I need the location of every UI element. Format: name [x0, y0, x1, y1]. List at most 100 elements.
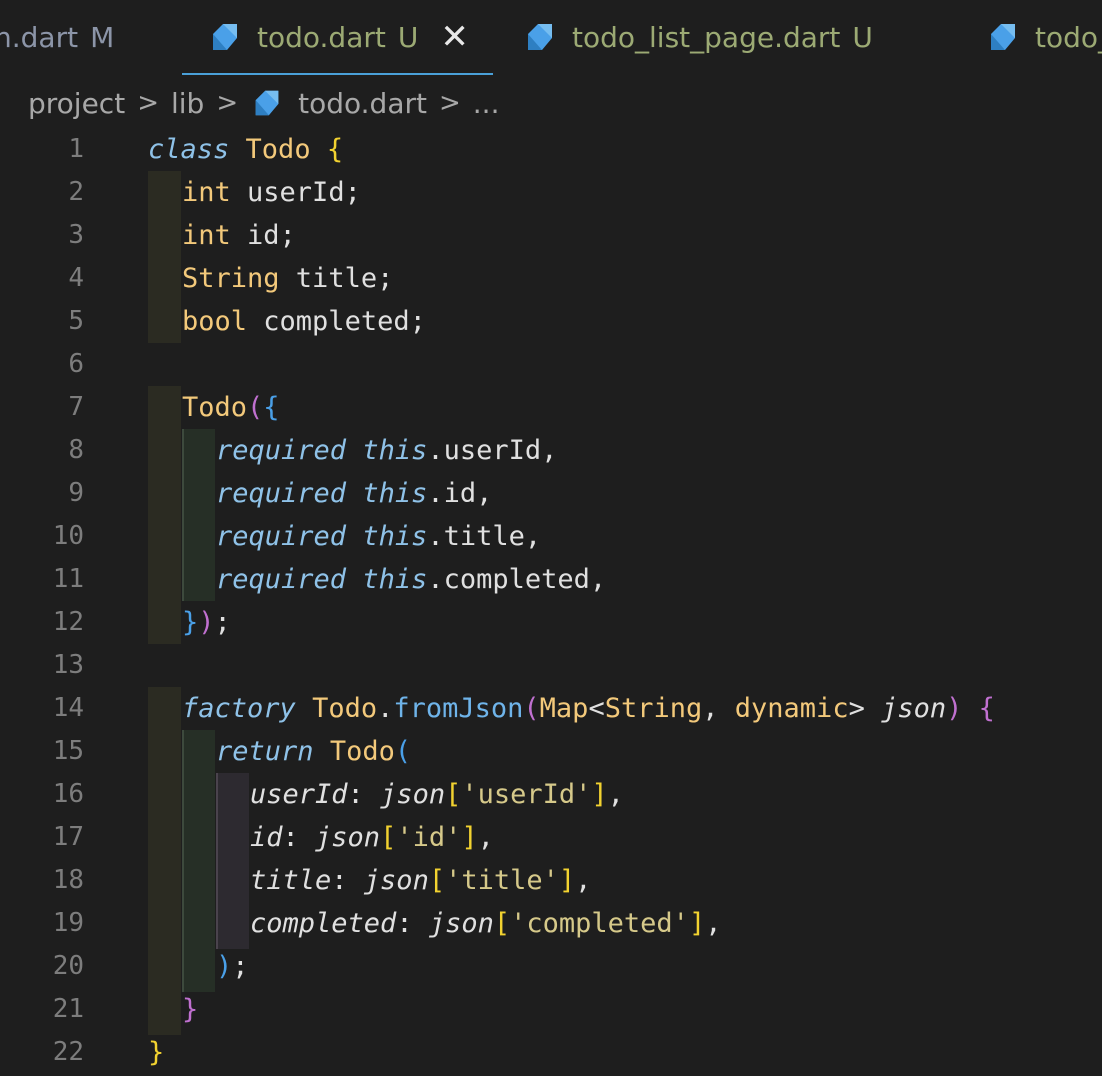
keyword: class	[148, 134, 230, 165]
code-line: 12 });	[0, 601, 1102, 644]
bracket: [	[445, 779, 462, 810]
field-ref: .completed,	[427, 564, 607, 595]
breadcrumb-item-file[interactable]: todo.dart	[298, 87, 427, 120]
line-number: 12	[52, 607, 84, 637]
breadcrumb-item-project[interactable]: project	[28, 87, 125, 120]
string: 'id'	[396, 822, 462, 853]
variable: json	[428, 908, 494, 939]
keyword-this: this	[362, 521, 428, 552]
bracket: ]	[558, 865, 576, 896]
semicolon: ;	[214, 607, 231, 638]
variable: json	[363, 865, 429, 896]
bracket: [	[493, 908, 511, 939]
parameter: json	[864, 693, 947, 724]
line-number: 11	[52, 564, 84, 594]
tab-status: M	[90, 20, 115, 54]
keyword: required	[216, 564, 347, 595]
method-name: fromJson	[393, 693, 524, 724]
breadcrumb-item-symbol[interactable]: ...	[473, 87, 500, 120]
breadcrumb-item-lib[interactable]: lib	[171, 87, 204, 120]
keyword-this: this	[362, 478, 428, 509]
code-editor[interactable]: 1 class Todo { 2 int userId; 3 int id; 4…	[0, 128, 1102, 1076]
code-line: 16 userId: json['userId'],	[0, 773, 1102, 816]
code-line: 8 required this.userId,	[0, 429, 1102, 472]
named-arg: completed	[250, 908, 397, 939]
code-line: 5 bool completed;	[0, 300, 1102, 343]
type: String	[182, 263, 280, 294]
paren: (	[247, 392, 264, 423]
brace: }	[182, 607, 199, 638]
class-name: Todo	[329, 736, 395, 767]
code-line: 22 }	[0, 1031, 1102, 1074]
type: Map	[539, 693, 589, 724]
dart-file-icon	[255, 90, 279, 116]
paren: )	[946, 693, 963, 724]
chevron-right-icon: >	[216, 88, 239, 118]
field-ref: .userId,	[427, 435, 558, 466]
tab-status: U	[852, 20, 873, 54]
chevron-right-icon: >	[438, 88, 461, 118]
comma: ,	[477, 822, 494, 853]
code-line: 4 String title;	[0, 257, 1102, 300]
keyword-this: this	[362, 564, 428, 595]
line-number: 13	[52, 650, 84, 680]
type: int	[182, 220, 231, 251]
colon: :	[347, 779, 381, 810]
tab-label: todo_list_page.dart	[572, 20, 841, 54]
angle: <	[588, 693, 605, 724]
line-number: 8	[68, 435, 84, 465]
line-number: 22	[52, 1037, 84, 1067]
line-number: 7	[68, 392, 84, 422]
code-line: 13	[0, 644, 1102, 687]
code-line: 17 id: json['id'],	[0, 816, 1102, 859]
tab-todo-truncated[interactable]: todo_	[985, 0, 1102, 74]
field: userId;	[230, 177, 361, 208]
tab-status: U	[397, 20, 419, 54]
type: bool	[182, 306, 248, 337]
line-number: 14	[52, 693, 84, 723]
tab-todo-list-page-dart[interactable]: todo_list_page.dart U	[522, 0, 873, 74]
variable: json	[315, 822, 381, 853]
code-line: 10 required this.title,	[0, 515, 1102, 558]
dart-file-icon	[991, 24, 1015, 50]
named-arg: userId	[250, 779, 348, 810]
line-number: 9	[68, 478, 84, 508]
comma: ,	[705, 908, 722, 939]
code-line: 7 Todo({	[0, 386, 1102, 429]
type: dynamic	[734, 693, 849, 724]
type: int	[182, 177, 231, 208]
comma: ,	[607, 779, 624, 810]
code-line: 15 return Todo(	[0, 730, 1102, 773]
tab-label: n.dart	[0, 20, 79, 54]
bracket: [	[380, 822, 397, 853]
angle: >	[848, 693, 865, 724]
named-arg: id	[250, 822, 283, 853]
line-number: 15	[52, 736, 84, 766]
keyword: factory	[182, 693, 296, 724]
field: id;	[230, 220, 296, 251]
constructor-name: Todo	[182, 392, 248, 423]
line-number: 17	[52, 822, 84, 852]
brace: {	[978, 693, 995, 724]
field-ref: .title,	[427, 521, 542, 552]
bracket: [	[428, 865, 446, 896]
bracket: ]	[688, 908, 706, 939]
tab-n-dart[interactable]: n.dart M	[0, 0, 114, 74]
line-number: 10	[52, 521, 84, 551]
code-line: 9 required this.id,	[0, 472, 1102, 515]
line-number: 20	[52, 951, 84, 981]
keyword-this: this	[362, 435, 428, 466]
line-number: 1	[68, 134, 84, 164]
tab-label: todo.dart	[257, 20, 386, 54]
tab-todo-dart[interactable]: todo.dart U ✕	[207, 0, 469, 74]
close-icon[interactable]: ✕	[440, 20, 469, 54]
string: 'completed'	[510, 908, 689, 939]
named-arg: title	[250, 865, 332, 896]
keyword: required	[216, 521, 347, 552]
line-number: 3	[68, 220, 84, 250]
string: 'userId'	[461, 779, 592, 810]
paren: (	[394, 736, 412, 767]
line-number: 2	[68, 177, 84, 207]
type: String	[604, 693, 703, 724]
code-line: 21 }	[0, 988, 1102, 1031]
